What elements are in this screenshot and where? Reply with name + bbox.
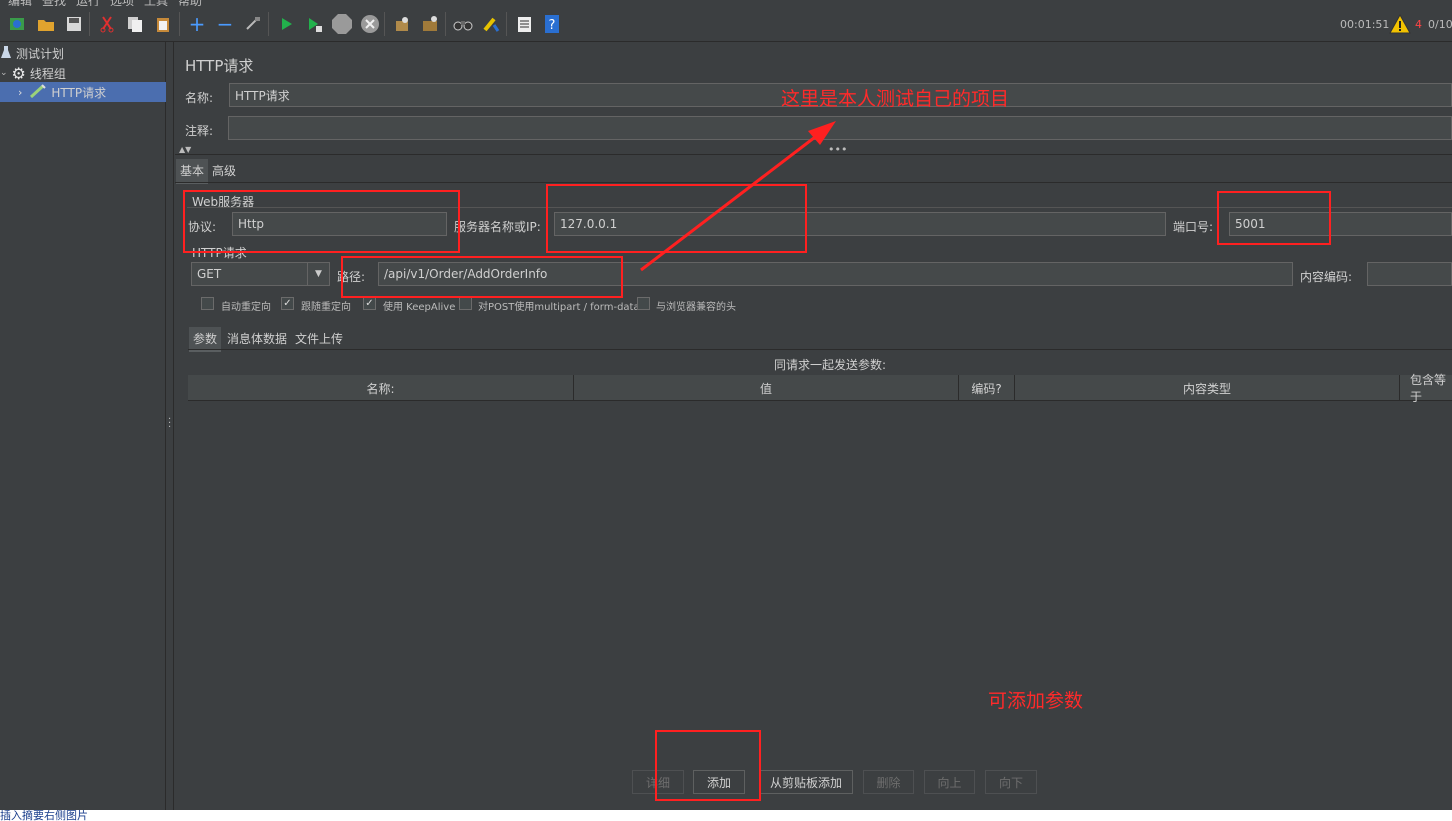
tree-item-label: 测试计划	[16, 46, 65, 61]
save-icon[interactable]	[63, 13, 85, 35]
browser-headers-checkbox[interactable]	[637, 297, 650, 310]
chevron-right-icon[interactable]: ›	[18, 86, 22, 99]
chevron-down-icon[interactable]: ⌄	[0, 68, 8, 78]
status-text: 插入摘要右侧图片	[0, 810, 88, 821]
delete-button[interactable]: 删除	[863, 770, 914, 794]
templates-icon[interactable]	[6, 13, 28, 35]
expand-icon[interactable]: +	[186, 12, 208, 36]
toggle-icon[interactable]	[242, 13, 264, 35]
params-caption: 同请求一起发送参数:	[774, 358, 887, 372]
browser-headers-label: 与浏览器兼容的头	[656, 302, 736, 313]
multipart-label: 对POST使用multipart / form-data	[478, 302, 640, 313]
tab-file-upload[interactable]: 文件上传	[291, 327, 347, 350]
chevron-down-icon[interactable]: ▼	[307, 263, 329, 285]
encoding-field[interactable]	[1367, 262, 1452, 286]
flask-icon	[0, 45, 12, 62]
test-plan-tree: 测试计划 ⌄ ⚙ 线程组 › HTTP请求	[0, 42, 166, 810]
annotation-box-path	[341, 256, 623, 298]
annotation-note-bottom: 可添加参数	[988, 690, 1084, 712]
keepalive-checkbox[interactable]: ✓	[363, 297, 376, 310]
column-content-type[interactable]: 内容类型	[1015, 375, 1400, 401]
active-threads: 0/10	[1428, 18, 1452, 31]
tree-item-test-plan[interactable]: 测试计划	[0, 43, 166, 63]
move-up-button[interactable]: 向上	[924, 770, 975, 794]
function-helper-icon[interactable]	[513, 13, 535, 35]
annotation-note-top: 这里是本人测试自己的项目	[781, 88, 1010, 110]
elapsed-timer: 00:01:51	[1340, 18, 1390, 31]
method-value: GET	[197, 267, 222, 281]
comment-label: 注释:	[185, 124, 214, 138]
column-name[interactable]: 名称:	[188, 375, 574, 401]
clear-all-icon[interactable]	[419, 13, 441, 35]
comment-field[interactable]	[228, 116, 1452, 140]
column-include-equals[interactable]: 包含等于	[1400, 373, 1452, 404]
warning-icon[interactable]	[1389, 13, 1411, 34]
warning-count: 4	[1415, 18, 1422, 31]
server-label: 服务器名称或IP:	[454, 220, 541, 234]
help-icon[interactable]: ?	[541, 13, 563, 35]
panel-splitter[interactable]: · · ·	[166, 42, 174, 810]
params-table-body[interactable]	[188, 401, 1452, 761]
name-label: 名称:	[185, 91, 214, 105]
tab-advanced[interactable]: 高级	[208, 159, 240, 182]
gear-icon: ⚙	[11, 63, 26, 83]
params-table-header: 名称: 值 编码? 内容类型 包含等于	[188, 373, 1452, 404]
copy-icon[interactable]	[124, 13, 146, 35]
follow-redirect-label: 跟随重定向	[301, 302, 351, 313]
tab-body-data[interactable]: 消息体数据	[223, 327, 291, 350]
port-label: 端口号:	[1173, 220, 1214, 234]
multipart-checkbox[interactable]	[459, 297, 472, 310]
annotation-box-server	[546, 184, 807, 253]
follow-redirect-checkbox[interactable]: ✓	[281, 297, 294, 310]
add-from-clipboard-button[interactable]: 从剪贴板添加	[759, 770, 853, 794]
encoding-label: 内容编码:	[1300, 270, 1353, 284]
tree-item-label: 线程组	[29, 66, 66, 81]
column-value[interactable]: 值	[574, 375, 959, 401]
tab-basic[interactable]: 基本	[176, 159, 209, 184]
paste-icon[interactable]	[152, 13, 174, 35]
svg-text:?: ?	[549, 18, 556, 33]
annotation-box-port	[1217, 191, 1331, 245]
search-icon[interactable]	[452, 13, 474, 35]
annotation-box-add	[655, 730, 761, 801]
status-bar: 插入摘要右侧图片	[0, 810, 1452, 821]
toolbar: + − ? 00:01:51 4 0/10	[0, 6, 1452, 42]
tree-item-label: HTTP请求	[51, 85, 107, 100]
start-no-pause-icon[interactable]	[303, 13, 325, 35]
auto-redirect-label: 自动重定向	[221, 302, 271, 313]
method-select[interactable]: GET ▼	[191, 262, 330, 286]
annotation-box-protocol	[183, 190, 460, 253]
collapse-arrows-icon[interactable]: ▲▼	[179, 145, 191, 154]
keepalive-label: 使用 KeepAlive	[383, 302, 456, 313]
reset-search-icon[interactable]	[480, 13, 502, 35]
auto-redirect-checkbox[interactable]	[201, 297, 214, 310]
divider-handle-icon[interactable]: •••	[828, 143, 847, 156]
column-encode[interactable]: 编码?	[959, 375, 1015, 401]
start-icon[interactable]	[275, 13, 297, 35]
tree-item-thread-group[interactable]: ⌄ ⚙ 线程组	[0, 63, 166, 83]
collapse-icon[interactable]: −	[214, 12, 236, 36]
shutdown-icon[interactable]	[359, 13, 381, 35]
open-icon[interactable]	[35, 13, 57, 35]
move-down-button[interactable]: 向下	[985, 770, 1037, 794]
sampler-pen-icon	[30, 83, 47, 101]
clear-icon[interactable]	[391, 13, 413, 35]
tree-item-http-request[interactable]: › HTTP请求	[0, 82, 166, 102]
http-request-panel: HTTP请求 名称: HTTP请求 注释: ▲▼ ••• 基本 高级 Web服务…	[175, 42, 1452, 810]
stop-icon[interactable]	[331, 13, 353, 35]
cut-icon[interactable]	[96, 13, 118, 35]
panel-title: HTTP请求	[185, 57, 254, 75]
